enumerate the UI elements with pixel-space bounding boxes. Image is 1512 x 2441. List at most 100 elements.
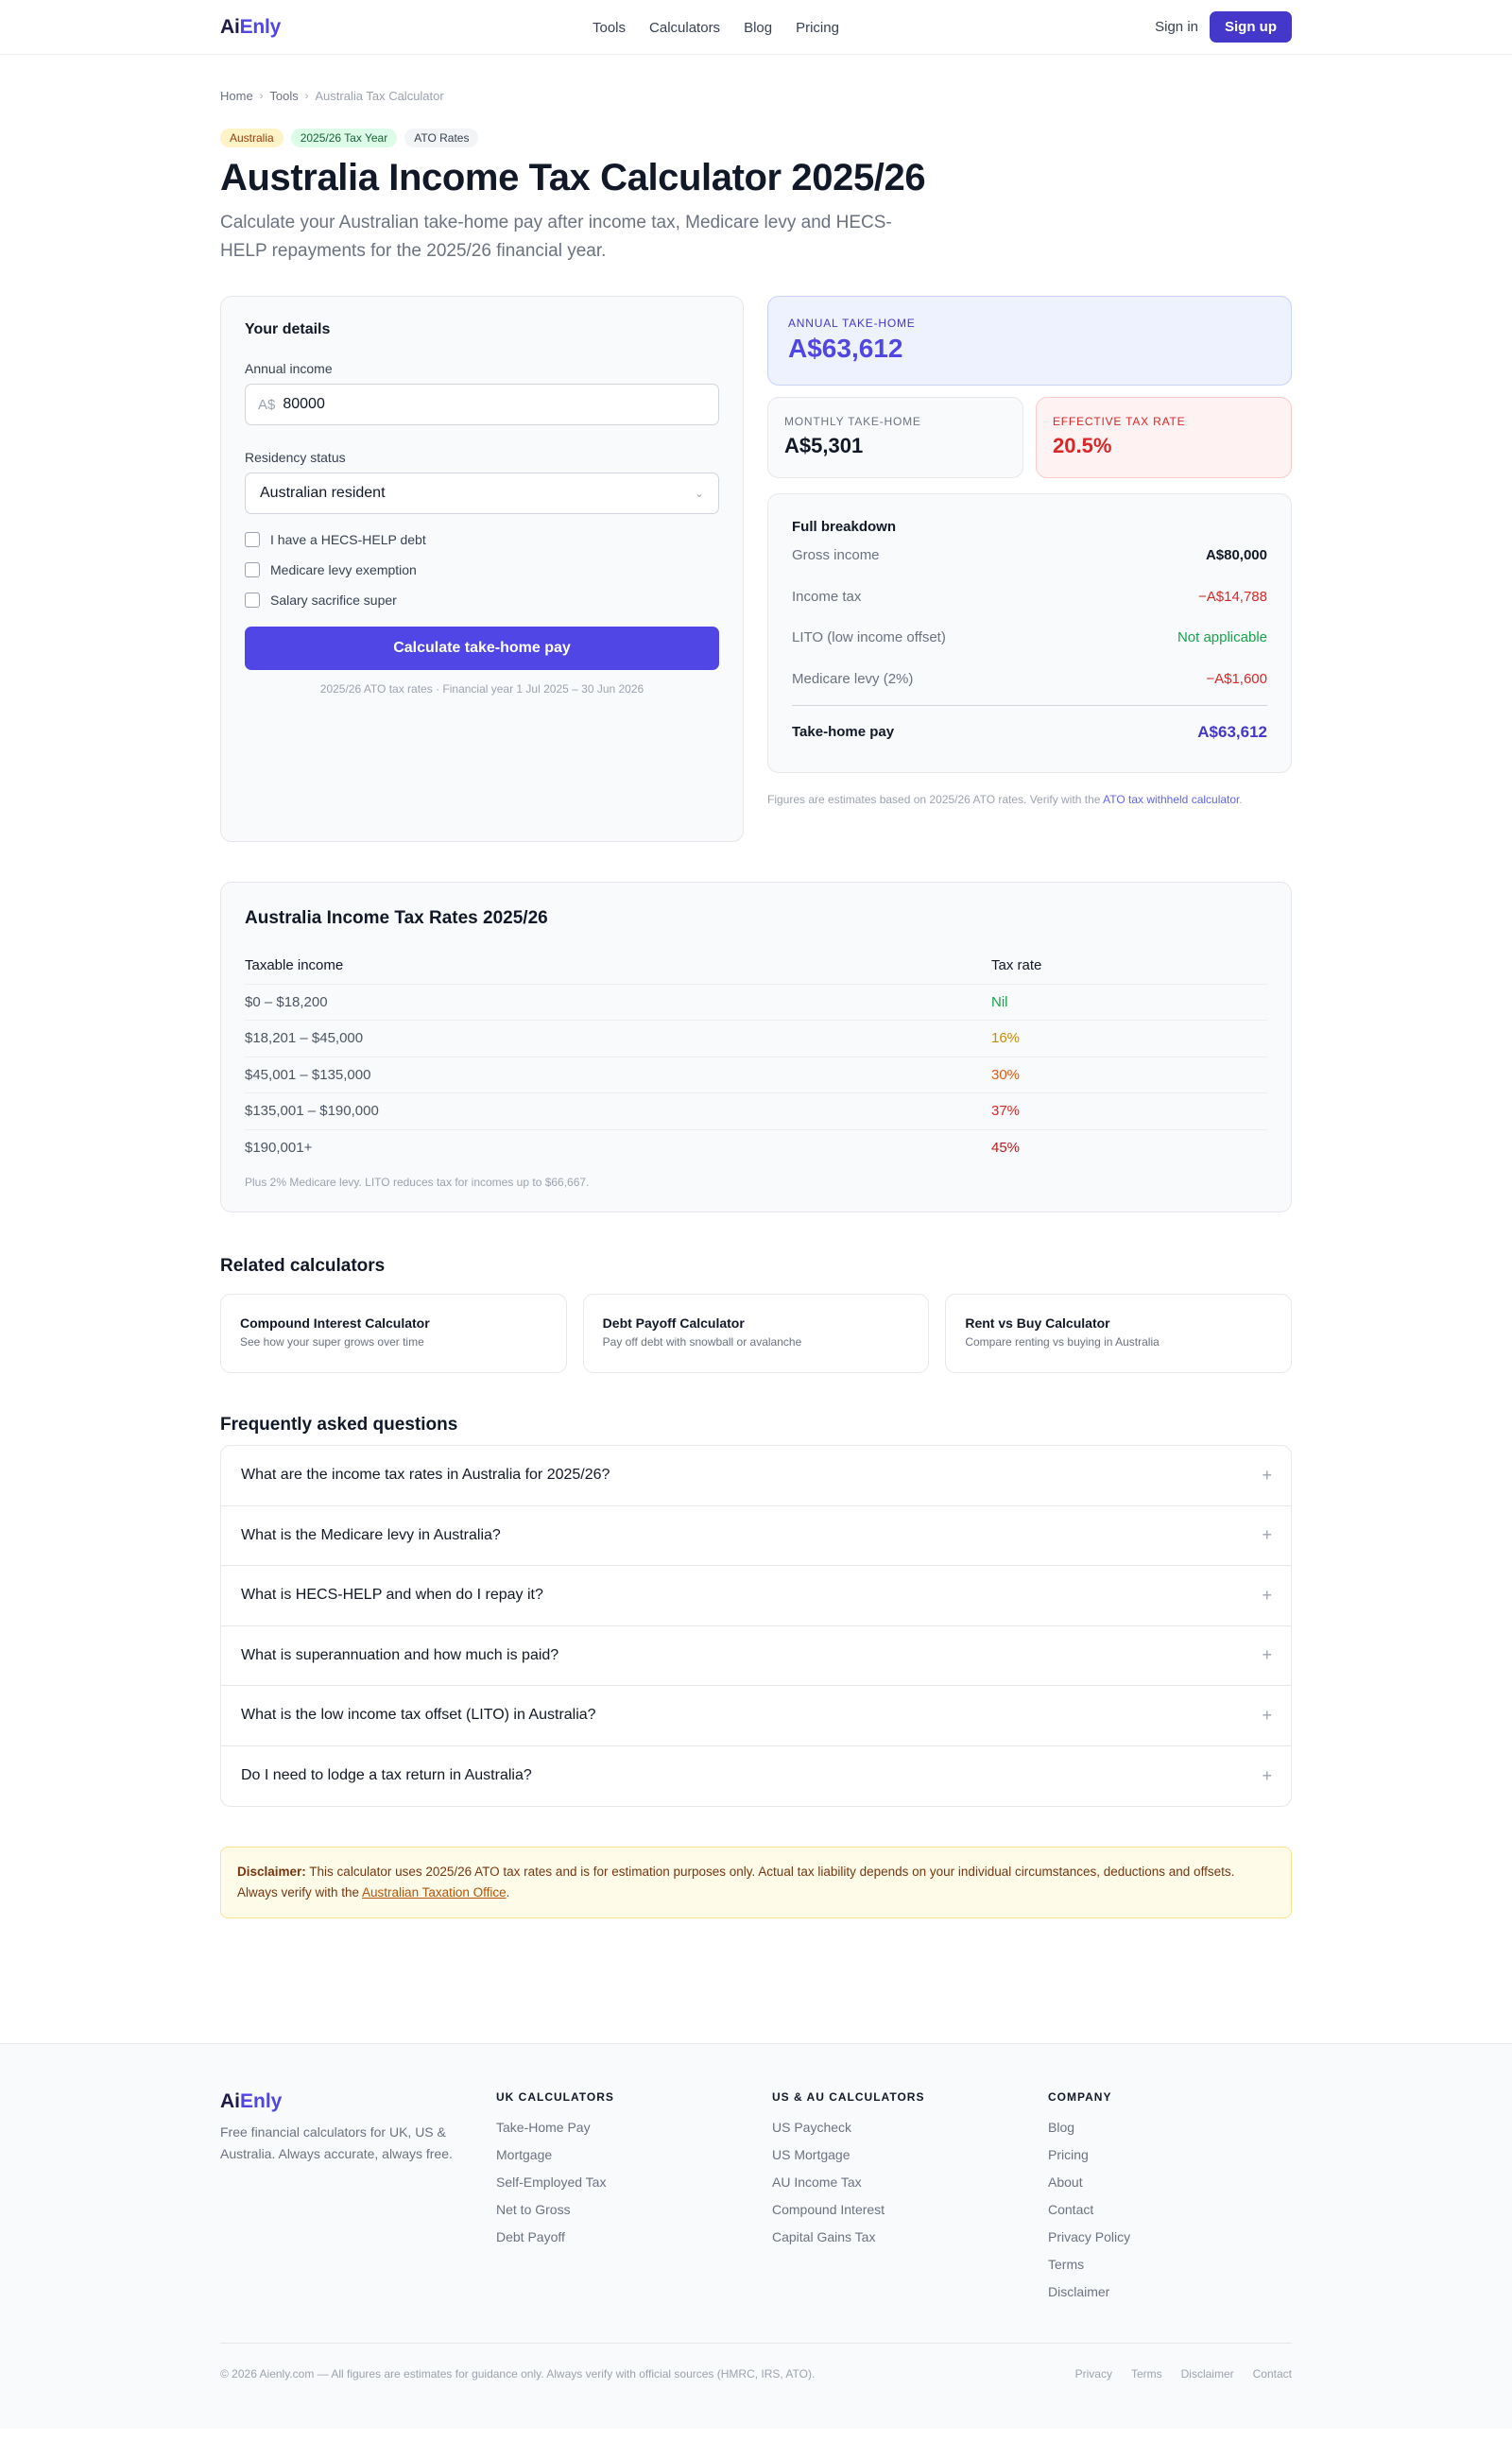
related-card-rent-vs-buy[interactable]: Rent vs Buy Calculator Compare renting v… [945, 1294, 1293, 1373]
checkbox-box[interactable] [245, 532, 260, 547]
breakdown-value: A$80,000 [1205, 547, 1267, 564]
related-card-debt-payoff[interactable]: Debt Payoff Calculator Pay off debt with… [582, 1294, 930, 1373]
legal-link-contact[interactable]: Contact [1253, 2367, 1292, 2381]
results-panel: ANNUAL TAKE-HOME A$63,612 MONTHLY TAKE-H… [767, 296, 1292, 842]
salary-sacrifice-checkbox[interactable]: Salary sacrifice super [245, 593, 719, 608]
currency-prefix: A$ [258, 396, 276, 413]
checkbox-box[interactable] [245, 562, 260, 577]
breadcrumb-separator-icon: › [304, 90, 309, 102]
hecs-checkbox[interactable]: I have a HECS-HELP debt [245, 532, 719, 547]
legal-link-disclaimer[interactable]: Disclaimer [1181, 2367, 1234, 2381]
bracket-rate: 16% [991, 1030, 1021, 1047]
nav-calculators[interactable]: Calculators [649, 20, 720, 36]
footer-col-heading: UK CALCULATORS [496, 2090, 614, 2104]
plus-icon[interactable]: + [1262, 1706, 1272, 1726]
breakdown-row-medicare: Medicare levy (2%) −A$1,600 [792, 659, 1267, 700]
footer-link[interactable]: Net to Gross [496, 2201, 772, 2219]
faq-item[interactable]: What is HECS-HELP and when do I repay it… [221, 1566, 1291, 1626]
faq-question: What is the Medicare levy in Australia? [241, 1526, 501, 1543]
auth-actions: Sign in Sign up [1155, 11, 1292, 43]
footer-col-heading: COMPANY [1048, 2090, 1112, 2104]
faq-item[interactable]: What are the income tax rates in Austral… [221, 1446, 1291, 1506]
breakdown-row-gross: Gross income A$80,000 [792, 535, 1267, 576]
breakdown-row-total: Take-home pay A$63,612 [792, 712, 1267, 753]
footer-link[interactable]: Capital Gains Tax [772, 2228, 1048, 2246]
effective-tax-rate-label: EFFECTIVE TAX RATE [1053, 415, 1186, 428]
footer-link[interactable]: Mortgage [496, 2146, 772, 2164]
ato-calculator-link[interactable]: ATO tax withheld calculator [1103, 793, 1239, 806]
footer-links: US Paycheck US Mortgage AU Income Tax Co… [772, 2119, 1048, 2246]
site-footer: AiEnly Free financial calculators for UK… [0, 2043, 1512, 2429]
breadcrumb-home[interactable]: Home [220, 89, 253, 103]
plus-icon[interactable]: + [1262, 1525, 1272, 1545]
legal-link-privacy[interactable]: Privacy [1075, 2367, 1112, 2381]
bracket-income: $0 – $18,200 [245, 993, 328, 1010]
page-title: Australia Income Tax Calculator 2025/26 [220, 157, 926, 198]
logo-text-ai: Ai [220, 15, 240, 38]
monthly-take-home-card: MONTHLY TAKE-HOME A$5,301 [767, 397, 1023, 478]
plus-icon[interactable]: + [1262, 1645, 1272, 1665]
logo-text-enly: Enly [239, 15, 282, 38]
badge-tax-year: 2025/26 Tax Year [290, 129, 398, 147]
faq-item[interactable]: What is the low income tax offset (LITO)… [221, 1686, 1291, 1746]
footer-col-heading: US & AU CALCULATORS [772, 2090, 925, 2104]
related-card-title: Debt Payoff Calculator [602, 1315, 745, 1331]
checkbox-box[interactable] [245, 593, 260, 608]
footer-link[interactable]: Pricing [1048, 2146, 1292, 2164]
ato-link[interactable]: Australian Taxation Office [362, 1885, 507, 1900]
footer-logo[interactable]: AiEnly [220, 2090, 496, 2113]
medicare-exemption-checkbox[interactable]: Medicare levy exemption [245, 562, 719, 577]
tag-badges: Australia 2025/26 Tax Year ATO Rates [220, 129, 1292, 147]
sign-in-link[interactable]: Sign in [1155, 19, 1198, 35]
legal-link-terms[interactable]: Terms [1131, 2367, 1162, 2381]
breadcrumb-tools[interactable]: Tools [269, 89, 298, 103]
nav-pricing[interactable]: Pricing [796, 20, 839, 36]
annual-income-input[interactable]: A$ 80000 [245, 384, 719, 425]
faq-item[interactable]: What is the Medicare levy in Australia? … [221, 1506, 1291, 1566]
footer-link[interactable]: Blog [1048, 2119, 1292, 2137]
faq-item[interactable]: What is superannuation and how much is p… [221, 1626, 1291, 1686]
footer-link[interactable]: US Paycheck [772, 2119, 1048, 2137]
footer-link[interactable]: Compound Interest [772, 2201, 1048, 2219]
bracket-income: $45,001 – $135,000 [245, 1066, 371, 1083]
faq-question: What is superannuation and how much is p… [241, 1646, 559, 1663]
summary-cards: MONTHLY TAKE-HOME A$5,301 EFFECTIVE TAX … [767, 397, 1292, 478]
tax-year-note: 2025/26 ATO tax rates · Financial year 1… [319, 682, 644, 696]
footer-link[interactable]: Self-Employed Tax [496, 2174, 772, 2192]
footer-bottom-bar: © 2026 Aienly.com — All figures are esti… [220, 2343, 1292, 2381]
plus-icon[interactable]: + [1262, 1766, 1272, 1786]
footer-link[interactable]: Debt Payoff [496, 2228, 772, 2246]
nav-blog[interactable]: Blog [744, 20, 772, 36]
nav-tools[interactable]: Tools [593, 20, 626, 36]
form-title: Your details [245, 321, 331, 337]
site-logo[interactable]: AiEnly [220, 16, 281, 39]
annual-take-home-value: A$63,612 [788, 334, 903, 363]
breakdown-value: Not applicable [1177, 629, 1267, 646]
calculate-button[interactable]: Calculate take-home pay [245, 627, 719, 670]
footer-link[interactable]: Privacy Policy [1048, 2228, 1292, 2246]
related-calculators: Related calculators Compound Interest Ca… [220, 1256, 1293, 1373]
footer-link[interactable]: Disclaimer [1048, 2283, 1292, 2301]
footer-link[interactable]: About [1048, 2174, 1292, 2192]
footer-link[interactable]: US Mortgage [772, 2146, 1048, 2164]
footer-links: Take-Home Pay Mortgage Self-Employed Tax… [496, 2119, 772, 2246]
footer-link[interactable]: AU Income Tax [772, 2174, 1048, 2192]
residency-select[interactable]: Australian resident ⌄ [245, 473, 719, 514]
faq-item[interactable]: Do I need to lodge a tax return in Austr… [221, 1746, 1291, 1807]
sign-up-button[interactable]: Sign up [1210, 11, 1292, 43]
faq-question: What are the income tax rates in Austral… [241, 1467, 610, 1484]
options-checkboxes: I have a HECS-HELP debt Medicare levy ex… [245, 532, 719, 608]
footer-brand: AiEnly Free financial calculators for UK… [220, 2090, 496, 2301]
faq-question: What is the low income tax offset (LITO)… [241, 1707, 596, 1724]
source-end: . [1239, 792, 1243, 806]
footer-link[interactable]: Take-Home Pay [496, 2119, 772, 2137]
plus-icon[interactable]: + [1262, 1586, 1272, 1606]
footer-link[interactable]: Contact [1048, 2201, 1292, 2219]
plus-icon[interactable]: + [1262, 1466, 1272, 1486]
copyright: © 2026 Aienly.com — All figures are esti… [220, 2367, 816, 2381]
related-card-compound-interest[interactable]: Compound Interest Calculator See how you… [220, 1294, 567, 1373]
footer-link[interactable]: Terms [1048, 2256, 1292, 2274]
breadcrumb: Home › Tools › Australia Tax Calculator [220, 89, 1292, 103]
breadcrumb-current: Australia Tax Calculator [315, 89, 444, 103]
source-note: Figures are estimates based on 2025/26 A… [767, 790, 1292, 810]
